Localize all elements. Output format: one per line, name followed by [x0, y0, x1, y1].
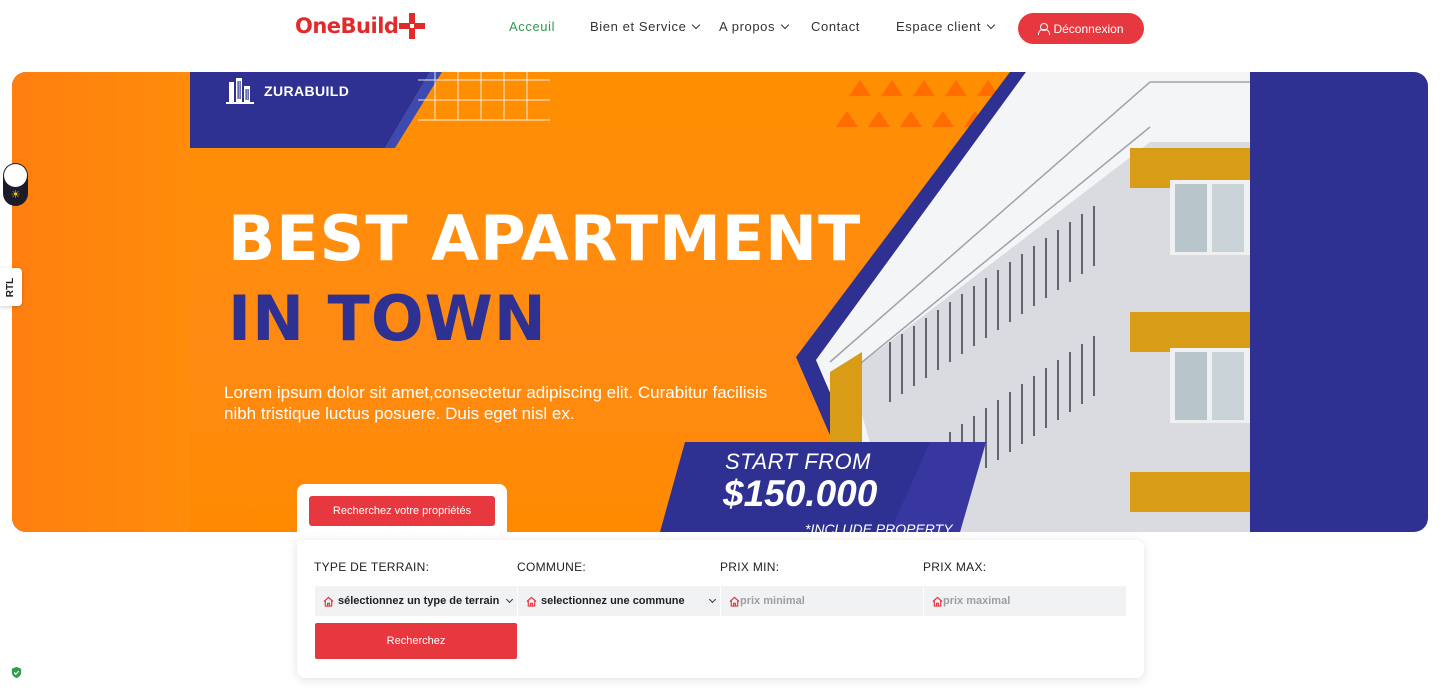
shield-icon[interactable] [10, 666, 23, 679]
home-icon [932, 596, 943, 607]
user-icon [1038, 23, 1051, 35]
price-max-input[interactable]: prix maximal [924, 586, 1126, 616]
nav-item-label: Acceuil [509, 19, 556, 34]
logo-text-build: Build [340, 14, 399, 38]
search-properties-tab[interactable]: Recherchez votre propriétés [309, 496, 495, 526]
nav-item-label: Bien et Service [590, 19, 687, 34]
nav-item-contact[interactable]: Contact [811, 19, 860, 34]
land-type-select[interactable]: sélectionnez un type de terrain [315, 586, 517, 616]
price-min-input[interactable]: prix minimal [721, 586, 923, 616]
search-submit-button[interactable]: Recherchez [315, 623, 517, 659]
logo-plus-icon [399, 13, 426, 39]
price-max-placeholder: prix maximal [943, 595, 1011, 607]
price-min-placeholder: prix minimal [740, 595, 805, 607]
search-tab-label: Recherchez votre propriétés [332, 505, 472, 517]
chevron-down-icon [505, 595, 514, 604]
toggle-knob [4, 164, 27, 187]
onebuild-logo[interactable]: One Build [295, 12, 426, 40]
hero-slide-image: ZURABUILD BEST APARTMENT IN TOWN Lorem i… [190, 72, 1250, 532]
hero-banner-carousel: ZURABUILD BEST APARTMENT IN TOWN Lorem i… [12, 72, 1428, 532]
logout-button[interactable]: Déconnexion [1018, 13, 1144, 44]
zurabuild-brand: ZURABUILD [226, 78, 349, 104]
price-min-label: PRIX MIN: [720, 560, 780, 574]
hero-headline-line2: IN TOWN [228, 282, 547, 355]
sun-icon: ☀ [10, 189, 21, 201]
search-submit-label: Recherchez [386, 635, 446, 647]
price-max-label: PRIX MAX: [923, 560, 987, 574]
commune-value: selectionnez une commune [541, 595, 685, 607]
commune-label: COMMUNE: [517, 560, 587, 574]
home-icon [323, 596, 334, 607]
commune-select[interactable]: selectionnez une commune [518, 586, 720, 616]
rtl-toggle-tab[interactable]: RTL [0, 268, 22, 306]
nav-item-bien-et-service[interactable]: Bien et Service [590, 19, 701, 34]
nav-item-label: Contact [811, 19, 861, 34]
theme-toggle[interactable]: ☀ [3, 163, 28, 206]
nav-item-espace-client[interactable]: Espace client [896, 19, 996, 34]
land-type-value: sélectionnez un type de terrain [338, 595, 500, 607]
logo-text-one: One [295, 14, 341, 38]
brand-name: ZURABUILD [264, 83, 350, 99]
hero-description: Lorem ipsum dolor sit amet,consectetur a… [224, 383, 768, 423]
top-navbar: One Build Acceuil Bien et Service A propo… [0, 0, 1440, 56]
chevron-down-icon [780, 20, 790, 29]
price-prefix: START FROM [725, 449, 871, 474]
rtl-label: RTL [5, 277, 17, 297]
hero-headline-line1: BEST APARTMENT [228, 202, 862, 275]
nav-item-label: A propos [719, 19, 776, 34]
nav-item-acceuil[interactable]: Acceuil [509, 19, 555, 34]
building-icon [226, 78, 254, 104]
hero-left-fill [12, 72, 190, 532]
nav-item-a-propos[interactable]: A propos [719, 19, 790, 34]
land-type-label: TYPE DE TERRAIN: [314, 560, 430, 574]
nav-item-label: Espace client [896, 19, 982, 34]
price-note: *INCLUDE PROPERTY [805, 521, 953, 532]
chevron-down-icon [986, 20, 996, 29]
price-value: $150.000 [723, 473, 878, 514]
home-icon [526, 596, 537, 607]
logout-label: Déconnexion [1053, 21, 1124, 36]
home-icon [729, 596, 740, 607]
chevron-down-icon [692, 20, 701, 29]
